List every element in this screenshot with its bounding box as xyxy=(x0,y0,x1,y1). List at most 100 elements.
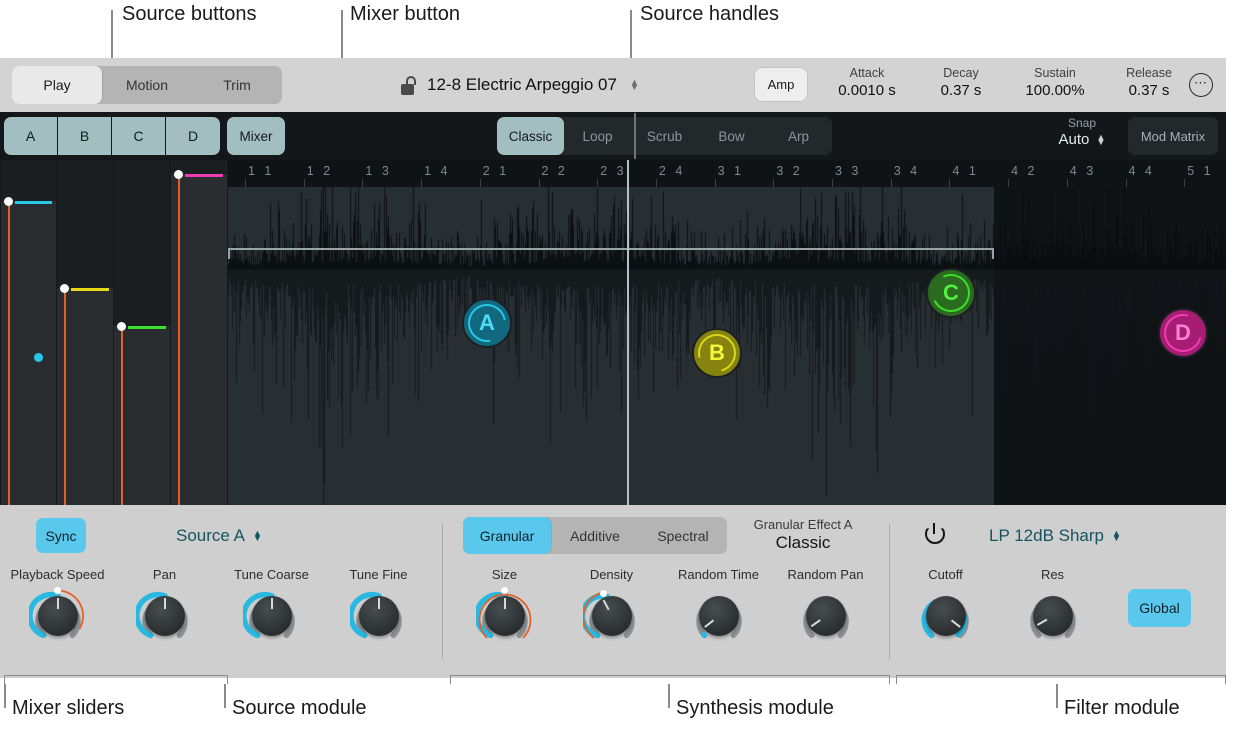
ruler-tickmark xyxy=(773,179,775,187)
snap-control[interactable]: Snap Auto ▲ ▼ xyxy=(1044,116,1120,148)
source-select-popup[interactable]: Source A ▲ ▼ xyxy=(176,526,262,546)
waveform-display[interactable]: 1 1 1 2 1 3 1 4 2 1 2 2 2 3 2 4 3 1 3 2 3 3 3 4 4 1 4… xyxy=(228,160,1226,505)
ruler-tick: 4 4 xyxy=(1128,164,1155,178)
synthesis-module-header: Granular Additive Spectral Granular Effe… xyxy=(443,505,889,567)
sync-button[interactable]: Sync xyxy=(36,518,86,553)
ruler-tick: 3 2 xyxy=(776,164,803,178)
ruler-tick: 2 1 xyxy=(482,164,510,178)
mode-divider xyxy=(634,113,636,159)
ruler-tick: 3 1 xyxy=(717,164,744,178)
filter-module: LP 12dB Sharp ▲ ▼ Cutoff Res Global xyxy=(890,505,1226,678)
ruler-tick: 4 2 xyxy=(1011,164,1038,178)
mixer-slider-c-handle[interactable] xyxy=(117,321,126,331)
mixer-slider-b[interactable] xyxy=(57,160,114,505)
mod-dot[interactable] xyxy=(500,587,508,594)
source-handle-d[interactable]: D xyxy=(1157,307,1209,359)
mode-scrub[interactable]: Scrub xyxy=(631,117,698,155)
knob-res[interactable]: Res xyxy=(999,567,1106,645)
snap-stepper-icon[interactable]: ▲ ▼ xyxy=(1097,133,1106,147)
tab-trim[interactable]: Trim xyxy=(192,66,282,104)
env-decay[interactable]: Decay 0.37 s xyxy=(914,66,1008,99)
top-toolbar: Play Motion Trim 12-8 Electric Arpeggio … xyxy=(0,58,1226,112)
view-mode-segmented-control[interactable]: Play Motion Trim xyxy=(12,66,282,104)
ruler-tick: 4 3 xyxy=(1069,164,1097,178)
source-select-stepper-icon[interactable]: ▲ ▼ xyxy=(253,529,262,543)
annotation-bracket-synthesis xyxy=(450,675,890,684)
power-icon[interactable] xyxy=(925,523,945,544)
patch-title-zone[interactable]: 12-8 Electric Arpeggio 07 ▲ ▼ xyxy=(400,58,639,112)
env-attack[interactable]: Attack 0.0010 s xyxy=(820,66,914,99)
annotation-leader-source-module xyxy=(224,684,226,708)
snap-value[interactable]: Auto ▲ ▼ xyxy=(1044,131,1120,148)
ruler-tick: 1 3 xyxy=(365,164,392,178)
knob-pan[interactable]: Pan xyxy=(111,567,218,645)
granular-effect-readout[interactable]: Granular Effect A Classic xyxy=(728,517,878,553)
knob-cutoff[interactable]: Cutoff xyxy=(892,567,999,645)
filter-type-stepper-icon[interactable]: ▲ ▼ xyxy=(1112,529,1121,543)
mode-classic[interactable]: Classic xyxy=(497,117,564,155)
selection-bracket[interactable] xyxy=(228,248,994,259)
source-button-group[interactable]: A B C D xyxy=(4,117,220,155)
mode-loop[interactable]: Loop xyxy=(564,117,631,155)
mixer-button[interactable]: Mixer xyxy=(227,117,285,155)
source-handle-a[interactable]: A xyxy=(460,296,514,350)
mod-dot[interactable] xyxy=(599,590,607,597)
timeline-ruler[interactable]: 1 1 1 2 1 3 1 4 2 1 2 2 2 3 2 4 3 1 3 2 3 3 3 4 4 1 4… xyxy=(228,160,1226,187)
engine-granular[interactable]: Granular xyxy=(463,517,551,554)
unlocked-lock-icon[interactable] xyxy=(400,75,417,95)
mixer-slider-a-mod-dot[interactable] xyxy=(34,353,43,363)
patch-stepper-icon[interactable]: ▲ ▼ xyxy=(630,78,639,92)
global-button-cell: Global xyxy=(1106,567,1213,645)
more-options-icon[interactable]: ⋯ xyxy=(1189,73,1213,97)
mode-bow[interactable]: Bow xyxy=(698,117,765,155)
ruler-tickmark xyxy=(538,179,540,187)
annotation-bracket-mixer-sliders xyxy=(4,675,228,684)
ruler-tickmark xyxy=(1184,179,1186,187)
mod-dot[interactable] xyxy=(53,587,61,594)
knob-random-pan[interactable]: Random Pan xyxy=(772,567,879,645)
env-sustain[interactable]: Sustain 100.00% xyxy=(1008,66,1102,99)
engine-segmented-control[interactable]: Granular Additive Spectral xyxy=(463,517,727,554)
source-module-header: Sync Source A ▲ ▼ xyxy=(0,505,442,567)
annotation-mixer-button: Mixer button xyxy=(350,3,461,25)
source-button-b[interactable]: B xyxy=(58,117,112,155)
source-handle-c[interactable]: C xyxy=(926,268,976,318)
knob-random-time[interactable]: Random Time xyxy=(665,567,772,645)
env-release[interactable]: Release 0.37 s xyxy=(1102,66,1196,99)
mod-indicator-dot[interactable] xyxy=(700,632,707,638)
filter-type-popup[interactable]: LP 12dB Sharp ▲ ▼ xyxy=(989,526,1121,546)
ruler-tick: 1 4 xyxy=(424,164,451,178)
mixer-slider-a-handle[interactable] xyxy=(4,197,13,207)
mode-arp[interactable]: Arp xyxy=(765,117,832,155)
source-module: Sync Source A ▲ ▼ Playback Speed Pan Tun… xyxy=(0,505,442,678)
playhead-marker[interactable] xyxy=(627,160,629,505)
source-button-d[interactable]: D xyxy=(166,117,220,155)
source-button-c[interactable]: C xyxy=(112,117,166,155)
mixer-slider-d-handle[interactable] xyxy=(174,169,183,179)
tab-play[interactable]: Play xyxy=(12,66,102,104)
play-mode-segmented-control[interactable]: Classic Loop Scrub Bow Arp xyxy=(497,117,832,155)
source-handle-b[interactable]: B xyxy=(691,327,743,379)
ruler-tick: 1 1 xyxy=(248,164,275,178)
mixer-slider-c[interactable] xyxy=(114,160,171,505)
source-button-a[interactable]: A xyxy=(4,117,58,155)
source-knob-row: Playback Speed Pan Tune Coarse Tune Fine xyxy=(0,567,442,645)
knob-density[interactable]: Density xyxy=(558,567,665,645)
mixer-slider-d[interactable] xyxy=(171,160,228,505)
ruler-tickmark xyxy=(1125,179,1127,187)
global-button[interactable]: Global xyxy=(1128,589,1191,627)
amp-button[interactable]: Amp xyxy=(755,68,807,101)
tab-motion[interactable]: Motion xyxy=(102,66,192,104)
engine-spectral[interactable]: Spectral xyxy=(639,517,727,554)
knob-size[interactable]: Size xyxy=(451,567,558,645)
knob-playback-speed[interactable]: Playback Speed xyxy=(4,567,111,645)
mixer-slider-a[interactable] xyxy=(0,160,57,505)
ruler-tickmark xyxy=(949,179,951,187)
mod-matrix-button[interactable]: Mod Matrix xyxy=(1128,117,1218,155)
knob-tune-coarse[interactable]: Tune Coarse xyxy=(218,567,325,645)
knob-tune-fine[interactable]: Tune Fine xyxy=(325,567,432,645)
mixer-slider-b-handle[interactable] xyxy=(60,283,69,293)
engine-additive[interactable]: Additive xyxy=(551,517,639,554)
ruler-tickmark xyxy=(362,179,364,187)
annotation-filter-module: Filter module xyxy=(1064,697,1180,719)
